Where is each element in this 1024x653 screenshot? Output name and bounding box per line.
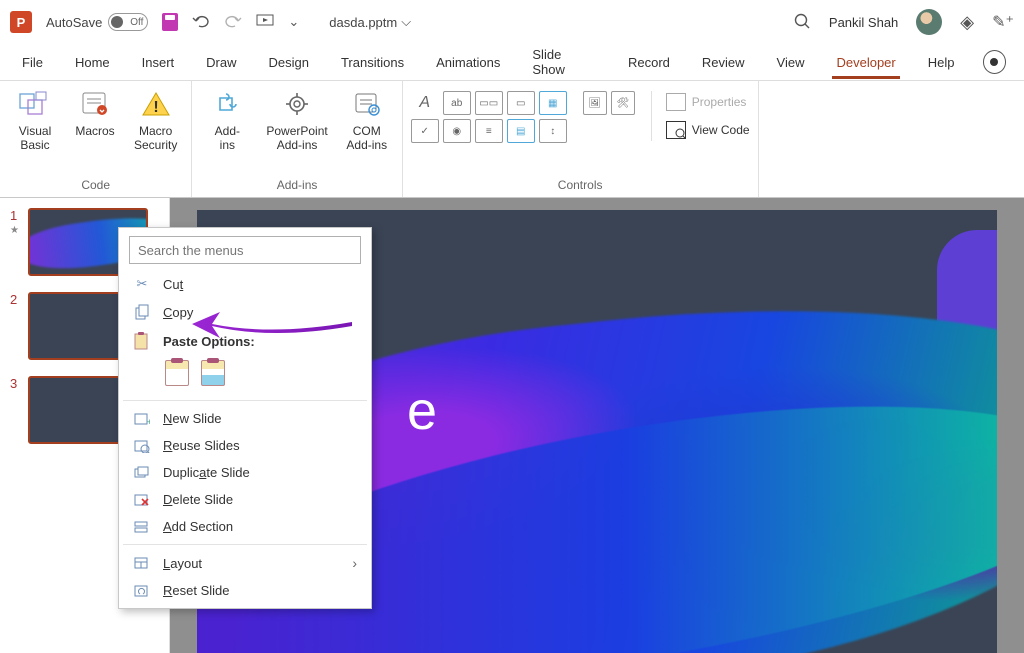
title-bar: P AutoSave Off ⌄ dasda.pptm ⌵ Pankil Sha…	[0, 0, 1024, 44]
tab-home[interactable]: Home	[71, 49, 114, 76]
svg-text:!: !	[153, 99, 158, 116]
tab-view[interactable]: View	[773, 49, 809, 76]
view-code-icon	[666, 121, 686, 139]
slide-title-text: e	[407, 380, 437, 442]
undo-icon[interactable]	[192, 14, 210, 31]
ctx-copy[interactable]: Copy	[119, 298, 371, 326]
macro-security-button[interactable]: ! MacroSecurity	[128, 85, 183, 155]
ctx-reuse-slides[interactable]: Reuse Slides	[119, 432, 371, 459]
thumbnail-number: 2	[10, 292, 22, 307]
com-addins-icon	[350, 87, 384, 121]
svg-text:+: +	[147, 417, 150, 426]
user-avatar[interactable]	[916, 9, 942, 35]
gear-icon	[280, 87, 314, 121]
paste-icon	[133, 332, 151, 350]
tab-record[interactable]: Record	[624, 49, 674, 76]
copy-icon	[133, 304, 151, 320]
search-icon[interactable]	[793, 12, 811, 33]
quick-access-toolbar: ⌄	[162, 13, 299, 32]
tab-animations[interactable]: Animations	[432, 49, 504, 76]
tab-insert[interactable]: Insert	[138, 49, 179, 76]
document-title[interactable]: dasda.pptm ⌵	[329, 14, 411, 30]
tab-review[interactable]: Review	[698, 49, 749, 76]
chevron-down-icon: ⌵	[401, 14, 411, 30]
reset-slide-icon	[133, 584, 151, 598]
slideshow-icon[interactable]	[256, 13, 274, 32]
controls-toolbox[interactable]: A ab ▭▭ ▭ ▦ ✓ ◉ ≡ ▤ ↕	[411, 91, 567, 143]
save-icon[interactable]	[162, 13, 178, 31]
tab-draw[interactable]: Draw	[202, 49, 240, 76]
ribbon-group-controls: A ab ▭▭ ▭ ▦ ✓ ◉ ≡ ▤ ↕ 🖼 🛠 Properties	[403, 81, 759, 197]
properties-icon	[666, 93, 686, 111]
new-slide-icon: +	[133, 412, 151, 426]
user-name[interactable]: Pankil Shah	[829, 15, 898, 30]
tab-file[interactable]: File	[18, 49, 47, 76]
slide-context-menu: ✂ Cut Copy Paste Options: + New Slide Re…	[118, 227, 372, 609]
powerpoint-logo-icon: P	[10, 11, 32, 33]
cameo-button[interactable]	[983, 50, 1007, 74]
premium-diamond-icon[interactable]: ◈	[960, 12, 974, 33]
delete-slide-icon	[133, 493, 151, 507]
ctx-delete-slide[interactable]: Delete Slide	[119, 486, 371, 513]
macros-button[interactable]: Macros	[68, 85, 122, 140]
ribbon-group-addins: Add-ins PowerPointAdd-ins COMAdd-ins Add…	[192, 81, 402, 197]
autosave-toggle[interactable]: Off	[108, 13, 148, 31]
tab-design[interactable]: Design	[265, 49, 313, 76]
paste-keep-source-button[interactable]	[165, 360, 189, 386]
ctx-duplicate-slide[interactable]: Duplicate Slide	[119, 459, 371, 486]
com-addins-button[interactable]: COMAdd-ins	[340, 85, 394, 155]
paste-picture-button[interactable]	[201, 360, 225, 386]
autosave-label: AutoSave	[46, 15, 102, 30]
add-section-icon	[133, 520, 151, 534]
tab-developer[interactable]: Developer	[832, 49, 899, 79]
chevron-right-icon: ›	[352, 555, 357, 571]
thumbnail-number: 3	[10, 376, 22, 391]
powerpoint-addins-button[interactable]: PowerPointAdd-ins	[260, 85, 333, 155]
tab-transitions[interactable]: Transitions	[337, 49, 408, 76]
ctx-reset-slide[interactable]: Reset Slide	[119, 577, 371, 604]
designer-wand-icon[interactable]: ✎⁺	[992, 12, 1014, 32]
duplicate-slide-icon	[133, 466, 151, 480]
qat-overflow-icon[interactable]: ⌄	[288, 14, 299, 30]
addins-button[interactable]: Add-ins	[200, 85, 254, 155]
redo-icon[interactable]	[224, 14, 242, 31]
animation-star-icon: ★	[10, 225, 22, 236]
ctx-paste-options-label: Paste Options:	[119, 326, 371, 356]
menu-search-input[interactable]	[129, 236, 361, 264]
cut-icon: ✂	[133, 276, 151, 292]
ribbon-tabs: File Home Insert Draw Design Transitions…	[0, 44, 1024, 80]
tab-slide-show[interactable]: Slide Show	[528, 41, 600, 83]
ctx-add-section[interactable]: Add Section	[119, 513, 371, 540]
view-code-button[interactable]: View Code	[666, 119, 750, 141]
addins-icon	[210, 87, 244, 121]
ctx-cut[interactable]: ✂ Cut	[119, 270, 371, 298]
ribbon-group-code: VisualBasic Macros ! MacroSecurity Code	[0, 81, 192, 197]
ctx-new-slide[interactable]: + New Slide	[119, 405, 371, 432]
visual-basic-button[interactable]: VisualBasic	[8, 85, 62, 155]
reuse-slides-icon	[133, 439, 151, 453]
visual-basic-icon	[18, 87, 52, 121]
layout-icon	[133, 556, 151, 570]
properties-button: Properties	[666, 91, 750, 113]
ctx-layout[interactable]: Layout ›	[119, 549, 371, 577]
ribbon: VisualBasic Macros ! MacroSecurity Code …	[0, 80, 1024, 198]
macros-icon	[78, 87, 112, 121]
thumbnail-number: 1	[10, 208, 22, 223]
warning-icon: !	[139, 87, 173, 121]
tab-help[interactable]: Help	[924, 49, 959, 76]
